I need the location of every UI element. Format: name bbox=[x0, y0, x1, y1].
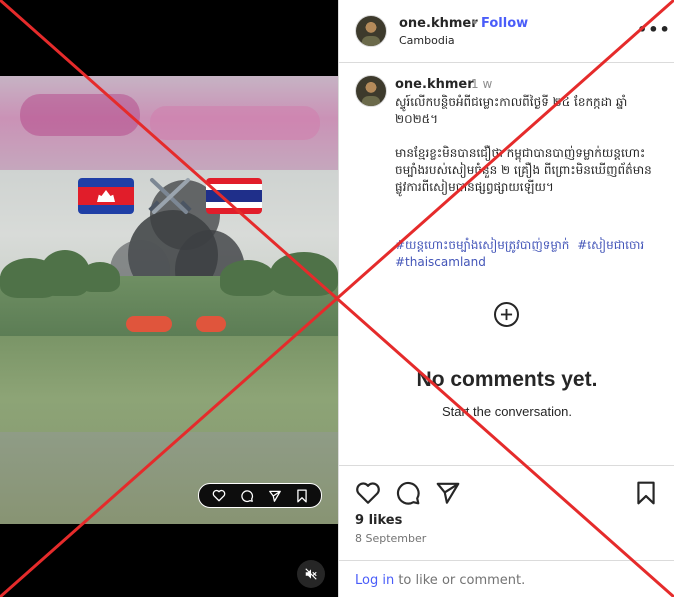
bookmark-icon[interactable] bbox=[633, 480, 659, 506]
hashtag-link[interactable]: #សៀមជាចោរ bbox=[577, 238, 644, 252]
video-player[interactable] bbox=[0, 76, 338, 524]
share-icon[interactable] bbox=[435, 480, 461, 506]
no-comments-subtitle: Start the conversation. bbox=[441, 404, 573, 419]
login-prompt: Log in to like or comment. bbox=[339, 560, 674, 597]
follow-button[interactable]: Follow bbox=[481, 16, 528, 31]
video-action-bar bbox=[198, 483, 322, 508]
blurred-banner bbox=[0, 76, 338, 170]
post-header: one.khmer • Follow Cambodia ••• bbox=[339, 0, 674, 63]
heart-icon[interactable] bbox=[355, 480, 381, 506]
comment-icon[interactable] bbox=[395, 480, 421, 506]
comment-icon[interactable] bbox=[240, 489, 254, 503]
login-prompt-text: to like or comment. bbox=[394, 573, 526, 588]
video-scene-field bbox=[0, 336, 338, 440]
fire-glow bbox=[196, 316, 226, 332]
hashtag-link[interactable]: #យន្តហោះចម្បាំងសៀមត្រូវបាញ់ទម្លាក់ bbox=[395, 238, 569, 252]
separator-dot: • bbox=[471, 16, 479, 31]
avatar[interactable] bbox=[355, 75, 387, 107]
author-username[interactable]: one.khmer bbox=[399, 16, 478, 31]
heart-icon[interactable] bbox=[212, 489, 226, 502]
speaker-muted-icon bbox=[305, 568, 317, 580]
post-side-panel: one.khmer • Follow Cambodia ••• one.khme… bbox=[338, 0, 674, 597]
no-comments-title: No comments yet. bbox=[416, 368, 598, 391]
caption-text: ស្ទូរ៍លើកបន្ថិចអំពីជម្លោះកាលពីថ្ងៃទី ២៤ … bbox=[395, 94, 659, 213]
more-options-button[interactable]: ••• bbox=[637, 20, 671, 39]
like-count[interactable]: 9 likes bbox=[355, 513, 402, 528]
bookmark-icon[interactable] bbox=[296, 489, 308, 503]
fire-glow bbox=[126, 316, 172, 332]
video-scene-water bbox=[0, 432, 338, 524]
hashtag-list: #យន្តហោះចម្បាំងសៀមត្រូវបាញ់ទម្លាក់ #សៀមជ… bbox=[395, 237, 659, 271]
caption-username[interactable]: one.khmer bbox=[395, 77, 474, 92]
flags-graphic bbox=[78, 176, 268, 216]
instagram-post-view: one.khmer • Follow Cambodia ••• one.khme… bbox=[0, 0, 674, 597]
post-date[interactable]: 8 September bbox=[355, 532, 426, 545]
cambodia-flag-icon bbox=[78, 178, 134, 214]
share-icon[interactable] bbox=[268, 489, 282, 503]
login-link[interactable]: Log in bbox=[355, 573, 394, 588]
post-actions: 9 likes 8 September Log in to like or co… bbox=[339, 465, 674, 597]
caption-paragraph: មានខ្មែរខ្លះមិនបានជឿថា កម្ពុជាបានបាញ់ទម្… bbox=[395, 146, 652, 194]
mute-toggle-button[interactable] bbox=[297, 560, 325, 588]
add-comment-icon[interactable] bbox=[494, 302, 519, 327]
media-pane[interactable] bbox=[0, 0, 338, 597]
post-location[interactable]: Cambodia bbox=[399, 34, 455, 47]
plus-icon bbox=[500, 308, 513, 321]
hashtag-link[interactable]: #thaiscamland bbox=[395, 255, 486, 269]
post-time[interactable]: 1 w bbox=[471, 77, 492, 91]
caption-paragraph: ស្ទូរ៍លើកបន្ថិចអំពីជម្លោះកាលពីថ្ងៃទី ២៤ … bbox=[395, 95, 628, 126]
crossed-swords-icon bbox=[148, 178, 192, 214]
avatar[interactable] bbox=[355, 15, 387, 47]
thailand-flag-icon bbox=[206, 178, 262, 214]
caption-area: one.khmer 1 w ស្ទូរ៍លើកបន្ថិចអំពីជម្លោះក… bbox=[339, 63, 674, 465]
